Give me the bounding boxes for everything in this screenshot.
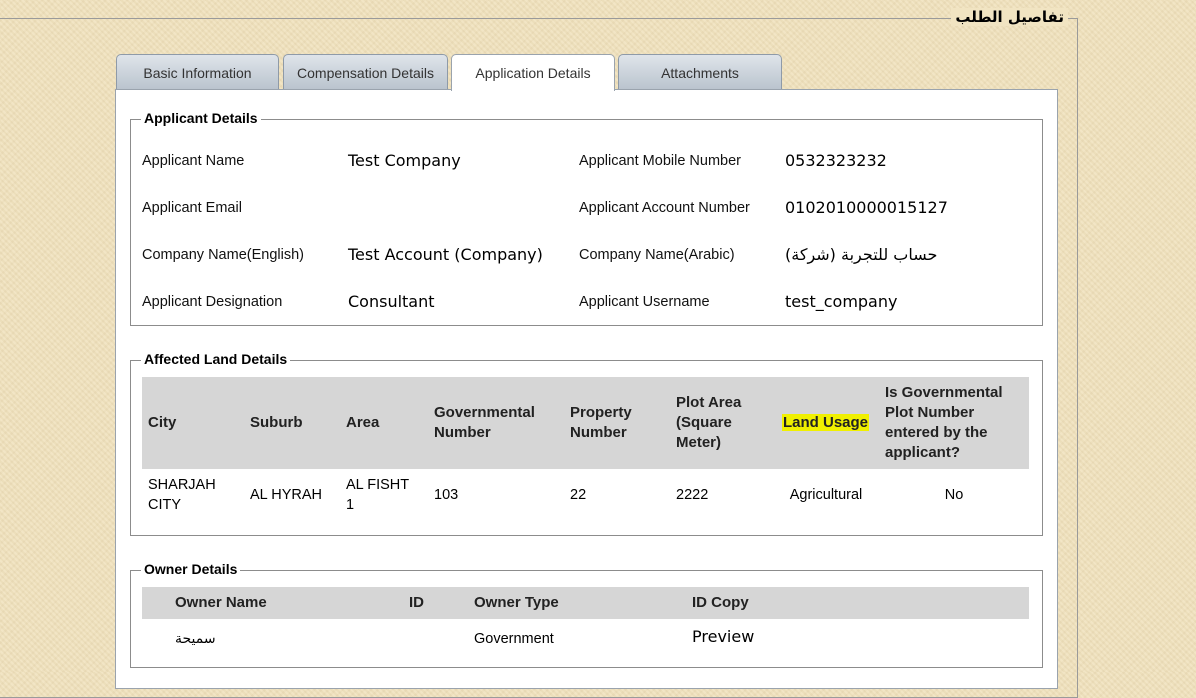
applicant-designation-value: Consultant bbox=[348, 292, 435, 311]
owner-table-header: Owner Name ID Owner Type ID Copy bbox=[142, 587, 1029, 619]
applicant-email-label: Applicant Email bbox=[142, 200, 242, 216]
tab-attachments[interactable]: Attachments bbox=[618, 54, 782, 90]
company-name-arabic-label: Company Name(Arabic) bbox=[579, 247, 735, 263]
affected-land-details-group: Affected Land Details City Suburb Area G… bbox=[130, 351, 1043, 536]
tab-basic-information[interactable]: Basic Information bbox=[116, 54, 279, 90]
applicant-details-legend: Applicant Details bbox=[141, 110, 261, 126]
applicant-username-label: Applicant Username bbox=[579, 294, 710, 310]
applicant-mobile-label: Applicant Mobile Number bbox=[579, 153, 741, 169]
land-header-suburb: Suburb bbox=[250, 414, 303, 431]
land-header-area: Area bbox=[346, 414, 380, 431]
tab-application-details[interactable]: Application Details bbox=[451, 54, 615, 91]
land-table-header: City Suburb Area Governmental Number Pro… bbox=[142, 377, 1029, 469]
id-copy-preview-link[interactable]: Preview bbox=[692, 627, 754, 647]
company-name-english-label: Company Name(English) bbox=[142, 247, 304, 263]
land-header-land-usage: Land Usage bbox=[782, 413, 882, 433]
land-usage-highlight: Land Usage bbox=[782, 414, 870, 431]
applicant-designation-label: Applicant Designation bbox=[142, 294, 283, 310]
tab-content-panel: Applicant Details Applicant Name Test Co… bbox=[115, 89, 1058, 689]
land-cell-land-usage: Agricultural bbox=[789, 487, 863, 503]
land-header-plot-area: Plot Area (Square Meter) bbox=[676, 394, 742, 451]
owner-cell-name: سميحة bbox=[175, 631, 216, 647]
land-header-property-number: Property Number bbox=[570, 404, 632, 441]
section-title: تفاصيل الطلب bbox=[951, 8, 1068, 26]
owner-header-id: ID bbox=[409, 594, 424, 611]
owner-cell-type: Government bbox=[474, 631, 554, 647]
applicant-name-value: Test Company bbox=[348, 151, 461, 170]
applicant-mobile-value: 0532323232 bbox=[785, 151, 887, 170]
land-header-governmental-number: Governmental Number bbox=[434, 404, 535, 441]
land-cell-property-number: 22 bbox=[570, 487, 587, 503]
land-cell-suburb: AL HYRAH bbox=[250, 487, 322, 503]
land-cell-plot-area: 2222 bbox=[676, 487, 709, 503]
company-name-english-value: Test Account (Company) bbox=[348, 245, 543, 264]
company-name-arabic-value: حساب للتجربة (شركة) bbox=[785, 245, 938, 264]
land-header-plot-entered-by-applicant: Is Governmental Plot Number entered by t… bbox=[885, 384, 1003, 461]
land-cell-governmental-number: 103 bbox=[434, 487, 459, 503]
applicant-name-label: Applicant Name bbox=[142, 153, 245, 169]
land-cell-area: AL FISHT 1 bbox=[346, 477, 409, 513]
land-cell-plot-entered: No bbox=[944, 487, 964, 503]
tab-compensation-details[interactable]: Compensation Details bbox=[283, 54, 448, 90]
land-cell-city: SHARJAH CITY bbox=[148, 477, 216, 513]
applicant-details-group: Applicant Details Applicant Name Test Co… bbox=[130, 110, 1043, 326]
owner-header-id-copy: ID Copy bbox=[692, 594, 749, 611]
land-header-city: City bbox=[148, 414, 177, 431]
applicant-account-value: 0102010000015127 bbox=[785, 198, 948, 217]
affected-land-legend: Affected Land Details bbox=[141, 351, 291, 367]
owner-details-group: Owner Details Owner Name ID Owner Type I… bbox=[130, 561, 1043, 668]
owner-header-type: Owner Type bbox=[474, 594, 559, 611]
applicant-account-label: Applicant Account Number bbox=[579, 200, 750, 216]
applicant-username-value: test_company bbox=[785, 292, 898, 311]
owner-details-legend: Owner Details bbox=[141, 561, 241, 577]
owner-header-name: Owner Name bbox=[175, 594, 267, 611]
